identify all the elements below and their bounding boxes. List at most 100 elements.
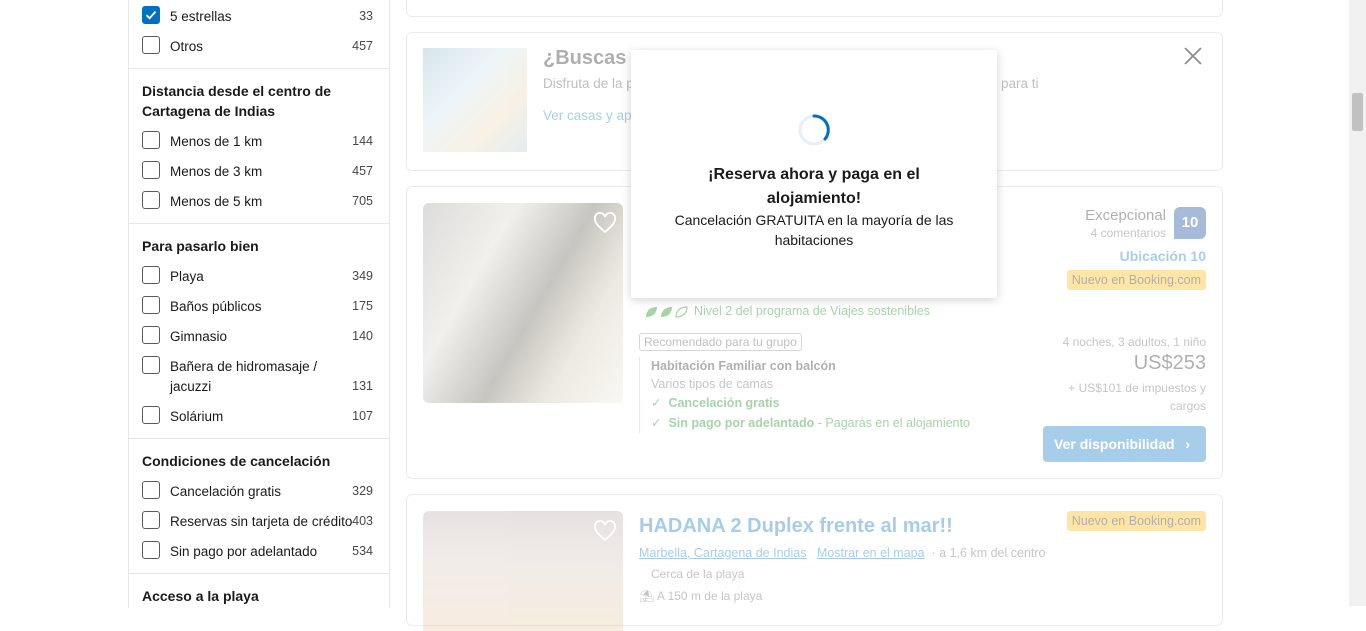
checkbox[interactable] bbox=[142, 511, 160, 529]
price: US$253 bbox=[1133, 352, 1206, 374]
filter-banos-publicos[interactable]: Baños públicos 175 bbox=[142, 296, 373, 320]
stay-summary: 4 noches, 3 adultos, 1 niño bbox=[1062, 335, 1206, 349]
filter-count: 131 bbox=[352, 379, 373, 393]
filter-otros[interactable]: Otros 457 bbox=[142, 36, 373, 60]
filter-label: Menos de 5 km bbox=[170, 194, 263, 209]
beach-distance-text: A 150 m de la playa bbox=[656, 589, 763, 603]
room-name: Habitación Familiar con balcón bbox=[651, 359, 836, 373]
check-icon: ✓ bbox=[651, 416, 662, 430]
checkbox[interactable] bbox=[142, 356, 160, 374]
divider bbox=[129, 68, 389, 69]
loading-spinner-icon bbox=[798, 114, 830, 146]
scrollbar-thumb[interactable] bbox=[1352, 93, 1363, 131]
sustainability-label: Nivel 2 del programa de Viajes sostenibl… bbox=[644, 304, 930, 319]
filter-distance-1km[interactable]: Menos de 1 km 144 bbox=[142, 131, 373, 155]
divider bbox=[129, 223, 389, 224]
checkbox[interactable] bbox=[142, 541, 160, 559]
filter-label: Cancelación gratis bbox=[170, 484, 282, 499]
filter-label-line2: jacuzzi bbox=[170, 379, 212, 394]
close-icon[interactable] bbox=[1182, 45, 1204, 67]
promo-link[interactable]: Ver casas y apa bbox=[543, 108, 639, 123]
new-on-booking-badge: Nuevo en Booking.com bbox=[1066, 270, 1206, 290]
filter-label: Reservas sin tarjeta de crédito bbox=[170, 514, 353, 529]
chevron-right-icon: › bbox=[1185, 436, 1190, 452]
filter-cancelacion-gratis[interactable]: Cancelación gratis 329 bbox=[142, 481, 373, 505]
review-score: 10 bbox=[1174, 207, 1206, 239]
checkbox[interactable] bbox=[142, 406, 160, 424]
filter-sin-tarjeta[interactable]: Reservas sin tarjeta de crédito 403 bbox=[142, 511, 373, 535]
beach-icon: ⛱ bbox=[639, 589, 655, 603]
filter-solarium[interactable]: Solárium 107 bbox=[142, 406, 373, 430]
promo-subtitle: Disfruta de la p bbox=[543, 76, 634, 91]
sustainability-text: Nivel 2 del programa de Viajes sostenibl… bbox=[694, 304, 931, 318]
filter-label: Otros bbox=[170, 39, 204, 54]
checkbox-checked[interactable] bbox=[142, 6, 160, 24]
room-details: Habitación Familiar con balcón Varios ti… bbox=[639, 357, 970, 433]
filter-distance-3km[interactable]: Menos de 3 km 457 bbox=[142, 161, 373, 185]
taxes-note: + US$101 de impuestos y cargos bbox=[1068, 381, 1206, 413]
room-beds: Varios tipos de camas bbox=[651, 377, 774, 391]
filter-gimnasio[interactable]: Gimnasio 140 bbox=[142, 326, 373, 350]
checkbox[interactable] bbox=[142, 161, 160, 179]
modal-subtitle: Cancelación GRATUITA en la mayoría de la… bbox=[674, 212, 954, 248]
filter-jacuzzi[interactable]: Bañera de hidromasaje / jacuzzi 131 bbox=[142, 356, 373, 400]
filter-distance-5km[interactable]: Menos de 5 km 705 bbox=[142, 191, 373, 215]
filter-5-stars[interactable]: 5 estrellas 33 bbox=[142, 6, 373, 30]
filter-group-title-cancellation: Condiciones de cancelación bbox=[142, 453, 331, 469]
filter-count: 107 bbox=[352, 409, 373, 423]
checkbox[interactable] bbox=[142, 296, 160, 314]
perk-no-prepayment: ✓ Sin pago por adelantado - Pagarás en e… bbox=[651, 413, 970, 433]
divider bbox=[129, 573, 389, 574]
filter-count: 457 bbox=[352, 39, 373, 53]
filter-count: 534 bbox=[352, 544, 373, 558]
property-location: Marbella, Cartagena de Indias Mostrar en… bbox=[639, 546, 1046, 560]
filter-count: 33 bbox=[359, 9, 373, 23]
filter-group-title-beach-access: Acceso a la playa bbox=[142, 588, 259, 604]
loading-modal: ¡Reserva ahora y paga en el alojamiento!… bbox=[631, 50, 997, 298]
divider bbox=[129, 438, 389, 439]
filter-label: Menos de 1 km bbox=[170, 134, 263, 149]
perk-free-cancellation: ✓ Cancelación gratis bbox=[651, 393, 970, 413]
filter-label-line1: Bañera de hidromasaje / bbox=[170, 359, 318, 374]
perk-text: Sin pago por adelantado bbox=[668, 416, 815, 430]
distance-from-center: a 1,6 km del centro bbox=[939, 546, 1046, 560]
promo-image bbox=[423, 48, 527, 152]
filter-count: 349 bbox=[352, 269, 373, 283]
filter-label: Solárium bbox=[170, 409, 224, 424]
filter-label: Gimnasio bbox=[170, 329, 228, 344]
review-count[interactable]: 4 comentarios bbox=[1091, 226, 1166, 240]
filter-sin-pago[interactable]: Sin pago por adelantado 534 bbox=[142, 541, 373, 565]
filter-label: Playa bbox=[170, 269, 204, 284]
button-label: Ver disponibilidad bbox=[1054, 436, 1175, 452]
modal-title: ¡Reserva ahora y paga en el alojamiento! bbox=[708, 166, 920, 207]
property-card-2: HADANA 2 Duplex frente al mar!! Marbella… bbox=[406, 494, 1223, 631]
location-score: Ubicación 10 bbox=[1119, 248, 1206, 264]
filter-label: Baños públicos bbox=[170, 299, 262, 314]
previous-card bbox=[406, 0, 1223, 17]
filter-count: 403 bbox=[352, 514, 373, 528]
filter-playa[interactable]: Playa 349 bbox=[142, 266, 373, 290]
check-icon: ✓ bbox=[651, 396, 662, 410]
checkbox[interactable] bbox=[142, 36, 160, 54]
filter-count: 457 bbox=[352, 164, 373, 178]
show-on-map-link[interactable]: Mostrar en el mapa bbox=[817, 546, 925, 560]
property-title[interactable]: HADANA 2 Duplex frente al mar!! bbox=[639, 515, 953, 538]
checkbox[interactable] bbox=[142, 481, 160, 499]
filter-count: 144 bbox=[352, 134, 373, 148]
heart-icon[interactable] bbox=[593, 211, 617, 235]
filter-label: Sin pago por adelantado bbox=[170, 544, 318, 559]
heart-icon[interactable] bbox=[593, 519, 617, 543]
perk-note: - Pagarás en el alojamiento bbox=[817, 416, 970, 430]
filter-count: 140 bbox=[352, 329, 373, 343]
area-link[interactable]: Marbella, Cartagena de Indias bbox=[639, 546, 806, 560]
checkbox[interactable] bbox=[142, 131, 160, 149]
beach-label: Cerca de la playa bbox=[651, 567, 745, 581]
checkbox[interactable] bbox=[142, 266, 160, 284]
scrollbar[interactable] bbox=[1349, 0, 1366, 606]
new-on-booking-badge: Nuevo en Booking.com bbox=[1066, 511, 1206, 531]
filter-count: 175 bbox=[352, 299, 373, 313]
see-availability-button[interactable]: Ver disponibilidad › bbox=[1043, 426, 1206, 462]
beach-distance: ⛱ A 150 m de la playa bbox=[639, 589, 762, 603]
checkbox[interactable] bbox=[142, 191, 160, 209]
checkbox[interactable] bbox=[142, 326, 160, 344]
